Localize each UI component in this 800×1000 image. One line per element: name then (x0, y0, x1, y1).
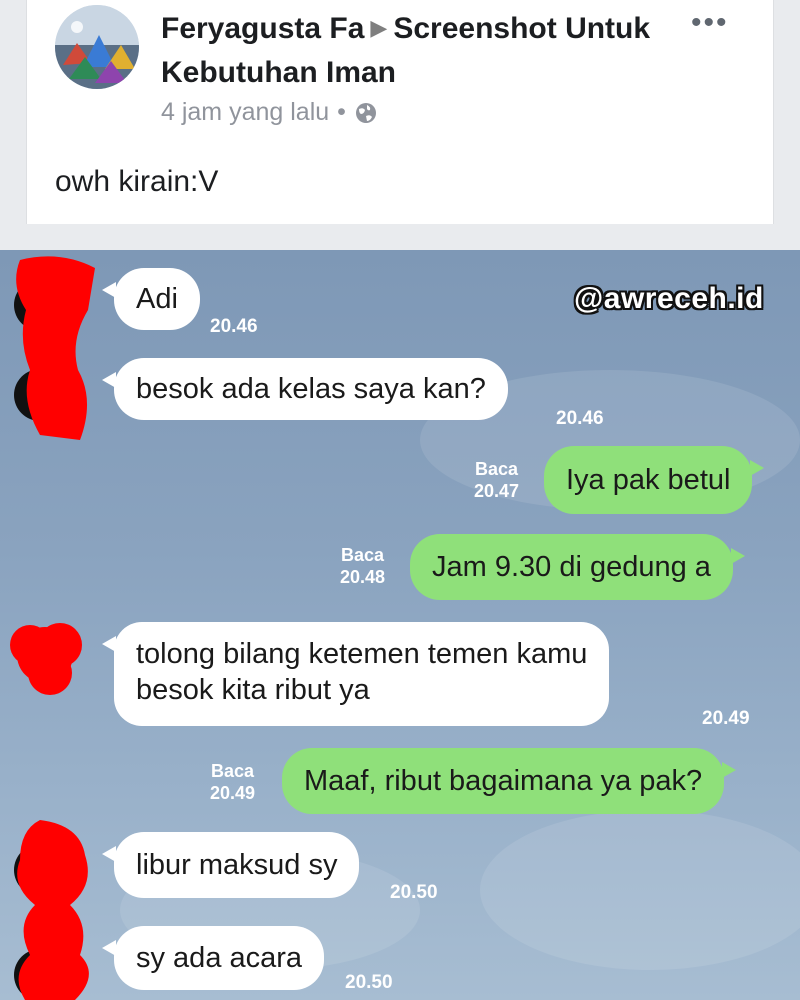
message-bubble[interactable]: Adi (102, 268, 200, 330)
message-text: Iya pak betul (566, 464, 731, 496)
message-bubble[interactable]: Jam 9.30 di gedung a (410, 534, 745, 600)
redaction-mark (14, 256, 95, 440)
message-time: 20.50 (390, 882, 438, 903)
chat-screenshot: @awreceh.id Adi 20.46 besok ada kelas sa… (0, 250, 800, 1000)
read-receipt: Baca 20.48 (340, 544, 385, 588)
redaction-mark (10, 623, 82, 695)
message-bubble[interactable]: tolong bilang ketemen temen kamu besok k… (101, 622, 610, 726)
message-text-line-2: besok kita ribut ya (136, 674, 370, 706)
author-avatar[interactable] (55, 5, 139, 89)
read-receipt: Baca 20.49 (210, 760, 255, 804)
message-time: 20.49 (210, 783, 256, 803)
message-bubble[interactable]: libur maksud sy (101, 832, 360, 898)
read-label: Baca (211, 761, 255, 781)
message-time: 20.48 (340, 567, 386, 587)
message-text: libur maksud sy (136, 849, 338, 881)
post-header-title: Feryagusta Fa ▶ Screenshot Untuk Kebutuhan… (161, 8, 681, 94)
read-label: Baca (475, 459, 519, 479)
message-text: Maaf, ribut bagaimana ya pak? (304, 765, 703, 797)
message-time: 20.49 (702, 708, 750, 729)
message-time: 20.46 (556, 408, 604, 429)
message-time: 20.46 (210, 316, 258, 337)
message-text: Adi (136, 283, 178, 315)
read-label: Baca (341, 545, 385, 565)
message-bubble[interactable]: Maaf, ribut bagaimana ya pak? (282, 748, 737, 814)
message-bubble[interactable]: Iya pak betul (544, 446, 765, 514)
message-text: sy ada acara (136, 942, 303, 974)
watermark: @awreceh.id (574, 282, 764, 315)
post-meta: 4 jam yang lalu • (161, 98, 378, 127)
arrow-right-icon: ▶ (370, 15, 388, 40)
read-receipt: Baca 20.47 (474, 458, 519, 502)
message-text: tolong bilang ketemen temen kamu (136, 638, 588, 670)
more-options-icon[interactable]: ••• (691, 8, 729, 38)
globe-icon (355, 102, 376, 123)
message-bubble[interactable]: sy ada acara (101, 926, 325, 990)
message-text: Jam 9.30 di gedung a (432, 551, 711, 583)
meta-separator: • (337, 98, 346, 126)
post-timestamp[interactable]: 4 jam yang lalu (161, 98, 329, 127)
message-time: 20.50 (345, 972, 393, 993)
author-name[interactable]: Feryagusta Fa (161, 12, 364, 45)
post-text: owh kirain:V (55, 165, 219, 198)
message-time: 20.47 (474, 481, 520, 501)
redaction-mark (14, 820, 89, 1000)
message-bubble[interactable]: besok ada kelas saya kan? (102, 358, 508, 420)
message-text: besok ada kelas saya kan? (136, 373, 486, 405)
post-card: Feryagusta Fa ▶ Screenshot Untuk Kebutuhan… (26, 0, 774, 224)
